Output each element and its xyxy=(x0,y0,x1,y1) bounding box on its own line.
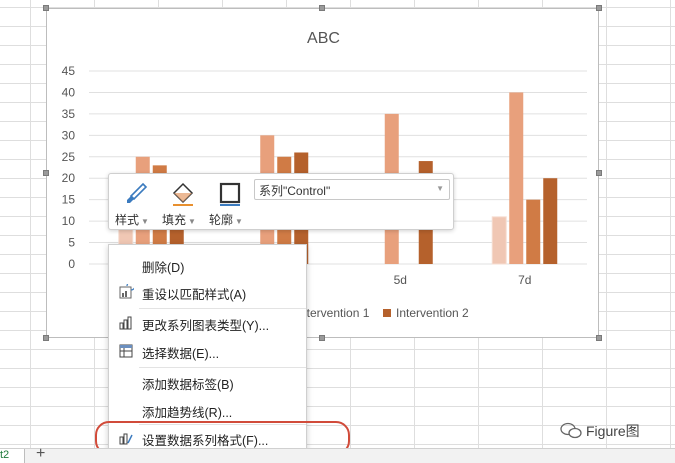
y-tick-label: 0 xyxy=(68,257,75,271)
fill-label: 填充 xyxy=(162,213,187,227)
legend-label: Intervention 2 xyxy=(396,306,469,320)
menu-item-reset-style[interactable]: 重设以匹配样式(A) xyxy=(109,280,306,304)
y-tick-label: 40 xyxy=(62,85,76,99)
resize-handle-right[interactable] xyxy=(596,170,602,176)
bar-series-2-7d[interactable] xyxy=(526,199,541,264)
bar-series-0-7d[interactable] xyxy=(491,216,507,265)
resize-handle-tl[interactable] xyxy=(43,5,49,11)
bar-series-1-7d[interactable] xyxy=(509,92,524,264)
dropdown-arrow-icon: ▼ xyxy=(188,217,196,226)
menu-item-add-trendline[interactable]: 添加趋势线(R)... xyxy=(109,398,306,422)
resize-handle-br[interactable] xyxy=(596,335,602,341)
x-tick-label: 5d xyxy=(394,273,407,287)
resize-handle-bottom[interactable] xyxy=(319,335,325,341)
resize-handle-bl[interactable] xyxy=(43,335,49,341)
outline-label: 轮廓 xyxy=(209,213,234,227)
dropdown-arrow-icon: ▼ xyxy=(141,217,149,226)
y-tick-label: 25 xyxy=(62,150,76,164)
y-tick-label: 20 xyxy=(62,171,76,185)
menu-divider xyxy=(139,367,306,368)
resize-handle-left[interactable] xyxy=(43,170,49,176)
format-mini-toolbar: 样式 ▼ 填充 ▼ 轮廓 ▼ 系列"Control" ▼ xyxy=(108,173,454,230)
menu-item-add-data-labels[interactable]: 添加数据标签(B) xyxy=(109,370,306,394)
legend-entry-intervention-1[interactable]: ntervention 1 xyxy=(300,306,369,320)
y-tick-label: 30 xyxy=(62,128,76,142)
brush-icon xyxy=(127,182,148,203)
fill-button[interactable]: 填充 ▼ xyxy=(161,180,205,227)
style-label: 样式 xyxy=(115,213,140,227)
chart-type-icon xyxy=(119,316,132,330)
menu-item-change-chart-type[interactable]: 更改系列图表类型(Y)... xyxy=(109,311,306,335)
chevron-down-icon: ▼ xyxy=(436,184,444,193)
series-selector-dropdown[interactable]: 系列"Control" ▼ xyxy=(254,179,450,200)
y-tick-label: 10 xyxy=(62,214,76,228)
add-sheet-button[interactable]: + xyxy=(36,445,45,463)
y-tick-label: 5 xyxy=(68,236,75,250)
y-tick-label: 35 xyxy=(62,107,76,121)
y-tick-label: 45 xyxy=(62,64,76,78)
legend-label: ntervention 1 xyxy=(300,306,370,320)
bar-series-3-7d[interactable] xyxy=(543,178,558,264)
select-data-icon xyxy=(119,344,133,358)
paint-bucket-icon xyxy=(172,182,194,206)
menu-item-delete[interactable]: 删除(D) xyxy=(109,253,306,277)
reset-style-icon xyxy=(119,284,134,299)
legend-entry-intervention-2[interactable]: Intervention 2 xyxy=(383,306,469,320)
sheet-tab[interactable]: t2 xyxy=(0,449,25,463)
sheet-tab-bar: t2 + xyxy=(0,445,675,463)
resize-handle-top[interactable] xyxy=(319,5,325,11)
watermark-text: Figure图 xyxy=(586,423,640,439)
y-tick-label: 15 xyxy=(62,193,76,207)
resize-handle-tr[interactable] xyxy=(596,5,602,11)
wechat-icon xyxy=(560,422,582,439)
outline-square-icon xyxy=(219,182,241,206)
series-selector-value: 系列"Control" xyxy=(259,184,331,198)
menu-item-select-data[interactable]: 选择数据(E)... xyxy=(109,339,306,363)
x-tick-label: 7d xyxy=(518,273,531,287)
outline-button[interactable]: 轮廓 ▼ xyxy=(208,180,252,227)
dropdown-arrow-icon: ▼ xyxy=(235,217,243,226)
menu-divider xyxy=(139,308,306,309)
legend-swatch xyxy=(383,309,391,317)
watermark: Figure图 xyxy=(560,421,640,441)
style-button[interactable]: 样式 ▼ xyxy=(114,180,158,227)
